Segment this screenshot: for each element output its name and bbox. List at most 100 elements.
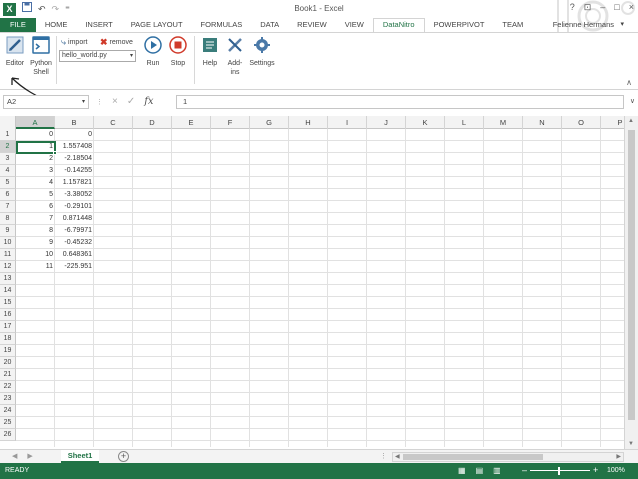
tab-datanitro[interactable]: DataNitro [372, 18, 425, 32]
row-header[interactable]: 19 [0, 345, 16, 357]
cell-b[interactable]: 0 [55, 129, 94, 141]
column-header[interactable]: L [445, 116, 484, 129]
user-menu-chevron-down-icon[interactable]: ▾ [620, 20, 624, 28]
tab-view[interactable]: VIEW [336, 18, 373, 32]
row-header[interactable]: 6 [0, 189, 16, 201]
column-header[interactable]: I [328, 116, 367, 129]
cell-a[interactable]: 0 [16, 129, 55, 141]
cell-a[interactable]: 8 [16, 225, 55, 237]
column-header[interactable]: M [484, 116, 523, 129]
row-header[interactable]: 12 [0, 261, 16, 273]
row-header[interactable]: 14 [0, 285, 16, 297]
column-header[interactable]: H [289, 116, 328, 129]
sheet-tab-sheet1[interactable]: Sheet1 [61, 450, 99, 463]
remove-button[interactable]: ✖ remove [100, 37, 133, 48]
column-header[interactable]: N [523, 116, 562, 129]
column-header[interactable]: B [55, 116, 94, 129]
formula-input[interactable]: 1 [176, 95, 624, 109]
column-header[interactable]: G [250, 116, 289, 129]
add-sheet-icon[interactable]: + [118, 451, 129, 462]
user-account[interactable]: Felienne Hermans [553, 20, 614, 29]
cell-a[interactable]: 10 [16, 249, 55, 261]
column-header[interactable]: F [211, 116, 250, 129]
row-header[interactable]: 23 [0, 393, 16, 405]
cell-b[interactable]: 0.648361 [55, 249, 94, 261]
tab-review[interactable]: REVIEW [288, 18, 336, 32]
zoom-out-icon[interactable]: – [522, 465, 527, 475]
row-header[interactable]: 25 [0, 417, 16, 429]
vertical-scroll-thumb[interactable] [628, 130, 635, 420]
stop-button[interactable]: Stop [168, 36, 188, 68]
column-header[interactable]: P [601, 116, 624, 129]
worksheet-grid[interactable]: ABCDEFGHIJKLMNOP 1 2 3 4 5 6 7 8 9 10 11 12 13 14 15 16… [0, 116, 624, 447]
row-header[interactable]: 21 [0, 369, 16, 381]
tab-page-layout[interactable]: PAGE LAYOUT [122, 18, 192, 32]
column-header[interactable]: K [406, 116, 445, 129]
scroll-right-icon[interactable]: ▶ [616, 453, 621, 460]
cell-b[interactable]: -2.18504 [55, 153, 94, 165]
row-header[interactable]: 9 [0, 225, 16, 237]
enter-icon[interactable]: ✓ [127, 96, 135, 107]
scroll-down-icon[interactable]: ▼ [628, 441, 634, 447]
insert-function-icon[interactable]: fx [144, 96, 153, 107]
tab-home[interactable]: HOME [36, 18, 77, 32]
vertical-scrollbar[interactable]: ▲ ▼ [624, 116, 638, 449]
cell-a[interactable]: 3 [16, 165, 55, 177]
column-header[interactable]: O [562, 116, 601, 129]
row-header[interactable]: 15 [0, 297, 16, 309]
row-header[interactable]: 5 [0, 177, 16, 189]
column-header[interactable]: E [172, 116, 211, 129]
active-cell-outline[interactable] [16, 141, 56, 154]
page-break-view-icon[interactable]: ▥ [493, 466, 501, 475]
zoom-in-icon[interactable]: + [593, 465, 598, 475]
row-header[interactable]: 11 [0, 249, 16, 261]
scroll-up-icon[interactable]: ▲ [628, 118, 634, 124]
cancel-icon[interactable]: × [112, 96, 118, 107]
row-header[interactable]: 2 [0, 141, 16, 153]
collapse-ribbon-icon[interactable]: ∧ [626, 78, 632, 87]
import-button[interactable]: ⤷ import [61, 37, 88, 48]
cell-b[interactable]: -0.14255 [55, 165, 94, 177]
expand-formula-bar-icon[interactable]: ∨ [630, 97, 635, 105]
sheet-next-icon[interactable]: ▶ [27, 452, 32, 460]
row-header[interactable]: 17 [0, 321, 16, 333]
column-header[interactable]: A [16, 116, 55, 129]
cell-a[interactable]: 11 [16, 261, 55, 273]
tab-formulas[interactable]: FORMULAS [192, 18, 252, 32]
row-header[interactable]: 1 [0, 129, 16, 141]
cell-a[interactable]: 6 [16, 201, 55, 213]
name-box[interactable]: A2 ▾ [3, 95, 89, 109]
cell-b[interactable]: -6.79971 [55, 225, 94, 237]
horizontal-scroll-thumb[interactable] [403, 454, 543, 460]
row-header[interactable]: 3 [0, 153, 16, 165]
fill-handle[interactable] [53, 151, 57, 155]
zoom-slider-knob[interactable] [558, 467, 560, 475]
cell-a[interactable]: 7 [16, 213, 55, 225]
cell-a[interactable]: 9 [16, 237, 55, 249]
help-button[interactable]: Help [199, 36, 221, 68]
run-button[interactable]: Run [143, 36, 163, 68]
cell-b[interactable]: 0.871448 [55, 213, 94, 225]
normal-view-icon[interactable]: ▦ [458, 466, 466, 475]
script-file-select[interactable]: hello_world.py ▾ [59, 50, 136, 62]
sheet-prev-icon[interactable]: ◀ [12, 452, 17, 460]
row-header[interactable]: 8 [0, 213, 16, 225]
row-header[interactable]: 26 [0, 429, 16, 441]
addins-button[interactable]: Add- ins [224, 36, 246, 77]
tab-data[interactable]: DATA [251, 18, 288, 32]
tab-powerpivot[interactable]: POWERPIVOT [425, 18, 494, 32]
editor-button[interactable]: Editor [3, 36, 27, 68]
cell-b[interactable]: 1.557408 [55, 141, 94, 153]
cell-b[interactable]: -0.29101 [55, 201, 94, 213]
page-layout-view-icon[interactable]: ▤ [476, 466, 484, 475]
zoom-slider[interactable] [530, 470, 590, 471]
select-all-corner[interactable] [0, 116, 16, 129]
zoom-level[interactable]: 100% [607, 467, 625, 474]
cell-a[interactable]: 5 [16, 189, 55, 201]
cell-b[interactable]: -3.38052 [55, 189, 94, 201]
row-header[interactable]: 18 [0, 333, 16, 345]
cell-b[interactable]: -0.45232 [55, 237, 94, 249]
tab-insert[interactable]: INSERT [76, 18, 121, 32]
scroll-left-icon[interactable]: ◀ [395, 453, 400, 460]
row-header[interactable]: 20 [0, 357, 16, 369]
